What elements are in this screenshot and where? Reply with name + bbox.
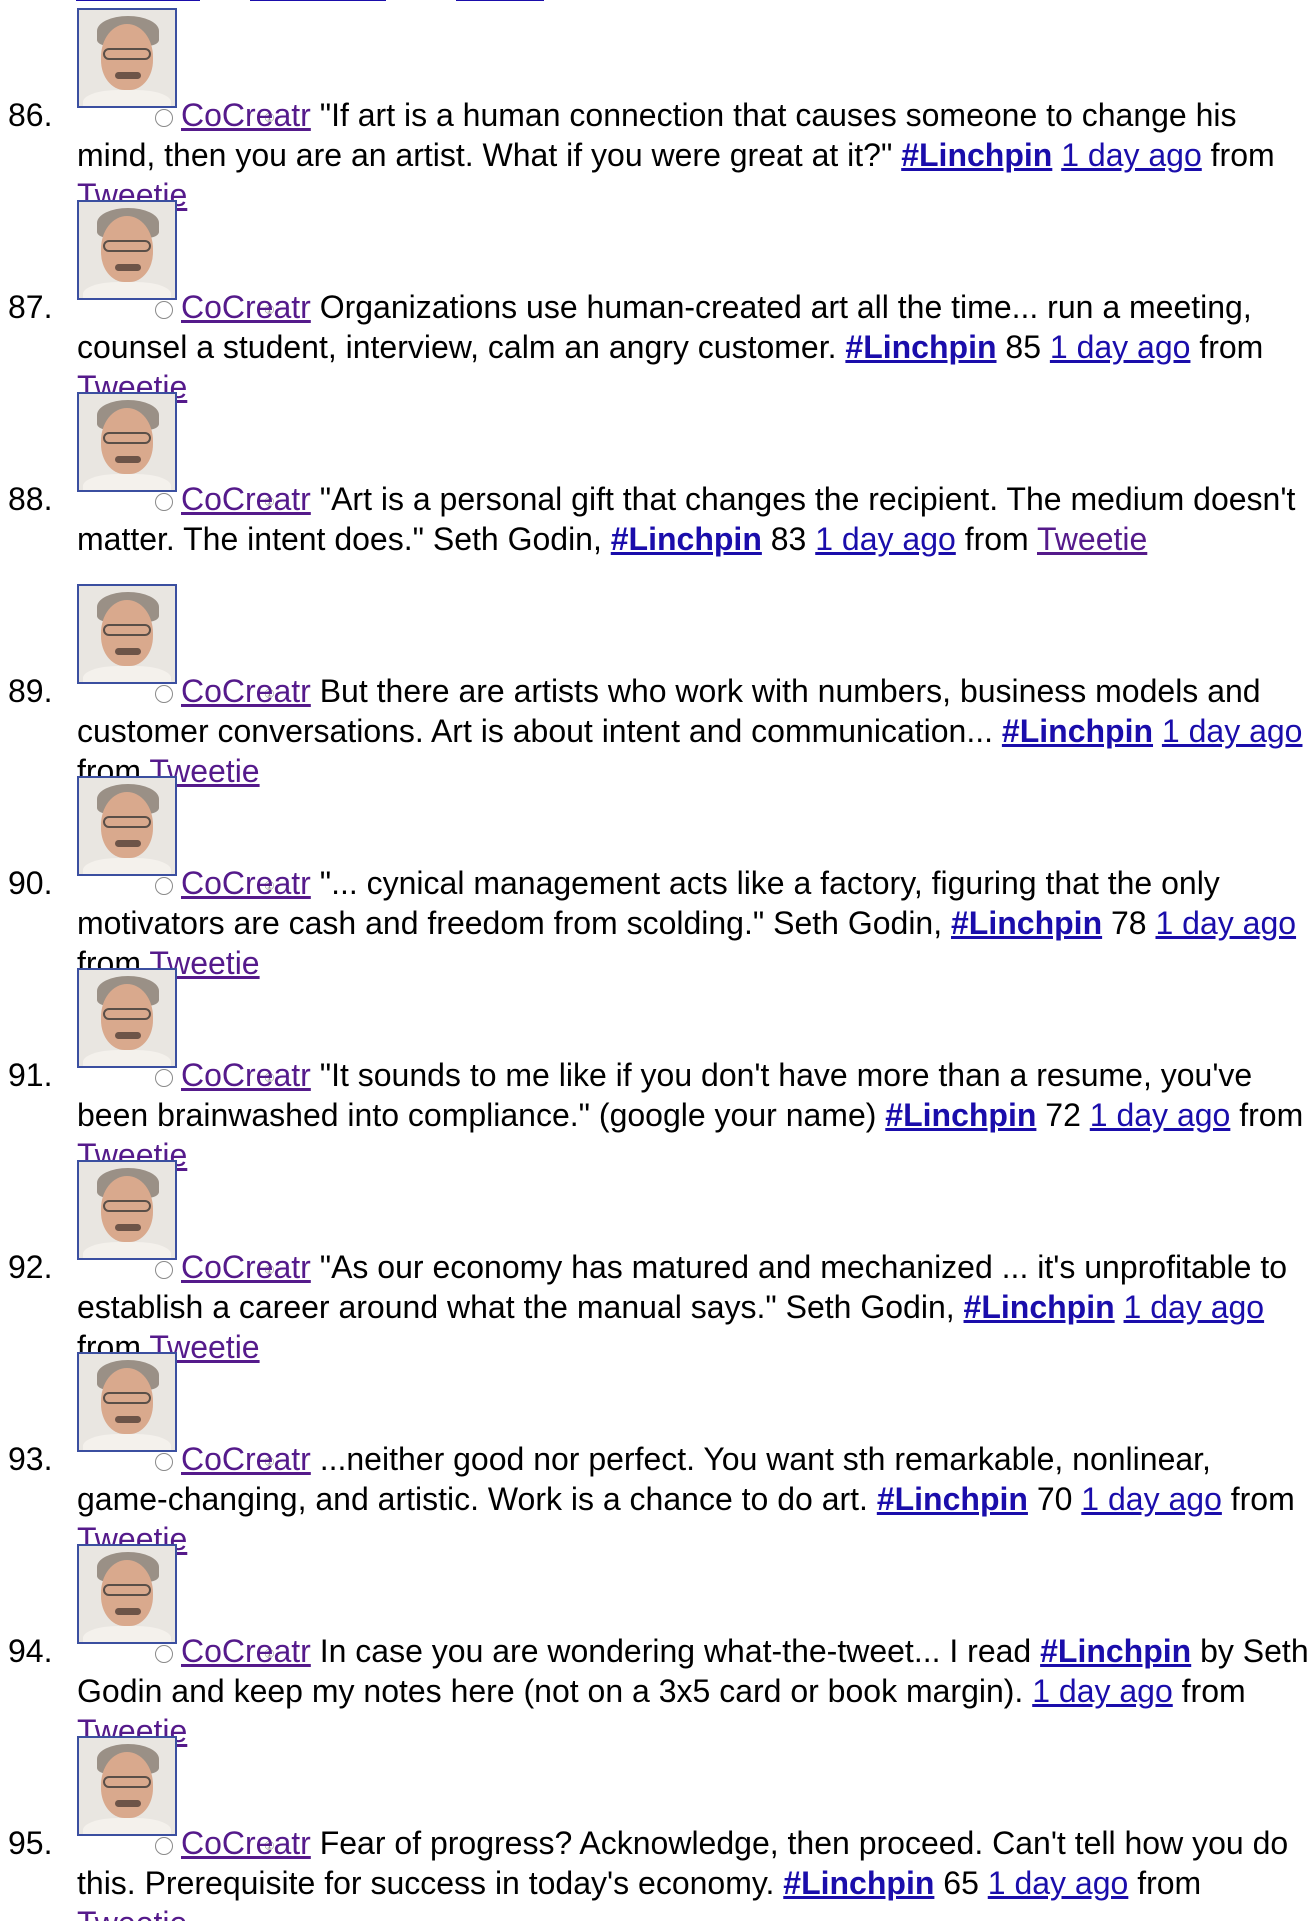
timestamp-link[interactable]: 1 day ago: [1050, 329, 1191, 365]
user-photo-icon[interactable]: [77, 1736, 177, 1836]
tweet-number: 94.: [8, 1633, 53, 1669]
timestamp-link[interactable]: 1 day ago: [815, 521, 956, 557]
hashtag-link[interactable]: #Linchpin: [885, 1097, 1036, 1133]
user-photo-icon[interactable]: [77, 200, 177, 300]
info-icon: ①: [155, 685, 275, 703]
info-icon: ①: [155, 109, 275, 127]
from-label: from: [1210, 137, 1275, 173]
tweet-number: 89.: [8, 673, 53, 709]
tweet-body: ①CoCreatr "As our economy has matured an…: [77, 1247, 1310, 1367]
from-label: from: [1230, 1481, 1295, 1517]
tweet-number: 88.: [8, 481, 53, 517]
user-photo-icon[interactable]: [77, 968, 177, 1068]
user-link[interactable]: CoCreatr: [181, 1057, 311, 1093]
tweet-body: ①CoCreatr ...neither good nor perfect. Y…: [77, 1439, 1310, 1559]
tweet-body: ①CoCreatr Organizations use human-create…: [77, 287, 1310, 407]
tweet-item: 90. ①CoCreatr "... cynical management act…: [0, 776, 1316, 981]
timestamp-link[interactable]: 1 day ago: [1032, 1673, 1173, 1709]
timestamp-link[interactable]: 1 day ago: [1155, 905, 1296, 941]
tweet-body: ①CoCreatr But there are artists who work…: [77, 671, 1310, 791]
source-link[interactable]: Tweetie: [77, 1905, 187, 1921]
info-icon: ①: [155, 1645, 275, 1663]
tweet-list: 86. ①CoCreatr "If art is a human connecti…: [0, 8, 1316, 1921]
hashtag-link[interactable]: #Linchpin: [1002, 713, 1153, 749]
tweet-number: 92.: [8, 1249, 53, 1285]
timestamp-link[interactable]: 1 day ago: [1061, 137, 1202, 173]
tweet-text-after: 65: [943, 1865, 979, 1901]
tweet-body: ①CoCreatr "Art is a personal gift that c…: [77, 479, 1310, 559]
hashtag-link[interactable]: #Linchpin: [964, 1289, 1115, 1325]
tweet-text-after: 70: [1036, 1481, 1073, 1517]
tweet-item: 93. ①CoCreatr ...neither good nor perfect…: [0, 1352, 1316, 1557]
tweet-number: 86.: [8, 97, 53, 133]
tweet-body: ①CoCreatr "... cynical management acts l…: [77, 863, 1310, 983]
previous-item-links-residue: [76, 0, 676, 4]
user-photo-icon[interactable]: [77, 1544, 177, 1644]
hashtag-link[interactable]: #Linchpin: [1040, 1633, 1191, 1669]
timestamp-link[interactable]: 1 day ago: [1124, 1289, 1265, 1325]
info-icon: ①: [155, 493, 275, 511]
from-label: from: [1137, 1865, 1202, 1901]
info-icon: ①: [155, 1837, 275, 1855]
user-link[interactable]: CoCreatr: [181, 1633, 311, 1669]
timestamp-link[interactable]: 1 day ago: [988, 1865, 1129, 1901]
tweet-body: ①CoCreatr "It sounds to me like if you d…: [77, 1055, 1310, 1175]
tweet-number: 95.: [8, 1825, 53, 1861]
from-label: from: [1181, 1673, 1246, 1709]
user-photo-icon[interactable]: [77, 392, 177, 492]
tweet-item: 91. ①CoCreatr "It sounds to me like if yo…: [0, 968, 1316, 1173]
user-photo-icon[interactable]: [77, 776, 177, 876]
from-label: from: [1199, 329, 1264, 365]
tweet-item: 94. ①CoCreatr In case you are wondering w…: [0, 1544, 1316, 1749]
tweet-number: 93.: [8, 1441, 53, 1477]
user-link[interactable]: CoCreatr: [181, 481, 311, 517]
tweet-item: 86. ①CoCreatr "If art is a human connecti…: [0, 8, 1316, 213]
info-icon: ①: [155, 301, 275, 319]
tweet-number: 87.: [8, 289, 53, 325]
tweet-item: 87. ①CoCreatr Organizations use human-cre…: [0, 200, 1316, 405]
user-link[interactable]: CoCreatr: [181, 1249, 311, 1285]
tweet-text-after: 78: [1111, 905, 1147, 941]
tweet-item: 89. ①CoCreatr But there are artists who w…: [0, 584, 1316, 789]
info-icon: ①: [155, 1453, 275, 1471]
tweet-body: ①CoCreatr Fear of progress? Acknowledge,…: [77, 1823, 1310, 1921]
hashtag-link[interactable]: #Linchpin: [877, 1481, 1028, 1517]
from-label: from: [1239, 1097, 1304, 1133]
tweet-item: 92. ①CoCreatr "As our economy has matured…: [0, 1160, 1316, 1365]
tweet-text-after: 85: [1005, 329, 1041, 365]
tweet-number: 91.: [8, 1057, 53, 1093]
hashtag-link[interactable]: #Linchpin: [783, 1865, 934, 1901]
user-link[interactable]: CoCreatr: [181, 1825, 311, 1861]
info-icon: ①: [155, 877, 275, 895]
user-link[interactable]: CoCreatr: [181, 673, 311, 709]
info-icon: ①: [155, 1261, 275, 1279]
tweet-text-after: 83: [770, 521, 807, 557]
from-label: from: [964, 521, 1029, 557]
user-photo-icon[interactable]: [77, 584, 177, 684]
user-photo-icon[interactable]: [77, 1160, 177, 1260]
user-link[interactable]: CoCreatr: [181, 289, 311, 325]
hashtag-link[interactable]: #Linchpin: [901, 137, 1052, 173]
user-link[interactable]: CoCreatr: [181, 97, 311, 133]
user-photo-icon[interactable]: [77, 1352, 177, 1452]
tweet-text: In case you are wondering what-the-tweet…: [319, 1633, 1032, 1669]
tweet-body: ①CoCreatr "If art is a human connection …: [77, 95, 1310, 215]
timestamp-link[interactable]: 1 day ago: [1162, 713, 1303, 749]
timestamp-link[interactable]: 1 day ago: [1081, 1481, 1222, 1517]
user-link[interactable]: CoCreatr: [181, 865, 311, 901]
tweet-item: 95. ①CoCreatr Fear of progress? Acknowled…: [0, 1736, 1316, 1921]
user-link[interactable]: CoCreatr: [181, 1441, 311, 1477]
source-link[interactable]: Tweetie: [1037, 521, 1147, 557]
hashtag-link[interactable]: #Linchpin: [845, 329, 996, 365]
info-icon: ①: [155, 1069, 275, 1087]
tweet-item: 88. ①CoCreatr "Art is a personal gift tha…: [0, 392, 1316, 584]
tweet-text-after: 72: [1045, 1097, 1081, 1133]
tweet-body: ①CoCreatr In case you are wondering what…: [77, 1631, 1310, 1751]
hashtag-link[interactable]: #Linchpin: [951, 905, 1102, 941]
hashtag-link[interactable]: #Linchpin: [611, 521, 762, 557]
tweet-number: 90.: [8, 865, 53, 901]
user-photo-icon[interactable]: [77, 8, 177, 108]
timestamp-link[interactable]: 1 day ago: [1090, 1097, 1231, 1133]
